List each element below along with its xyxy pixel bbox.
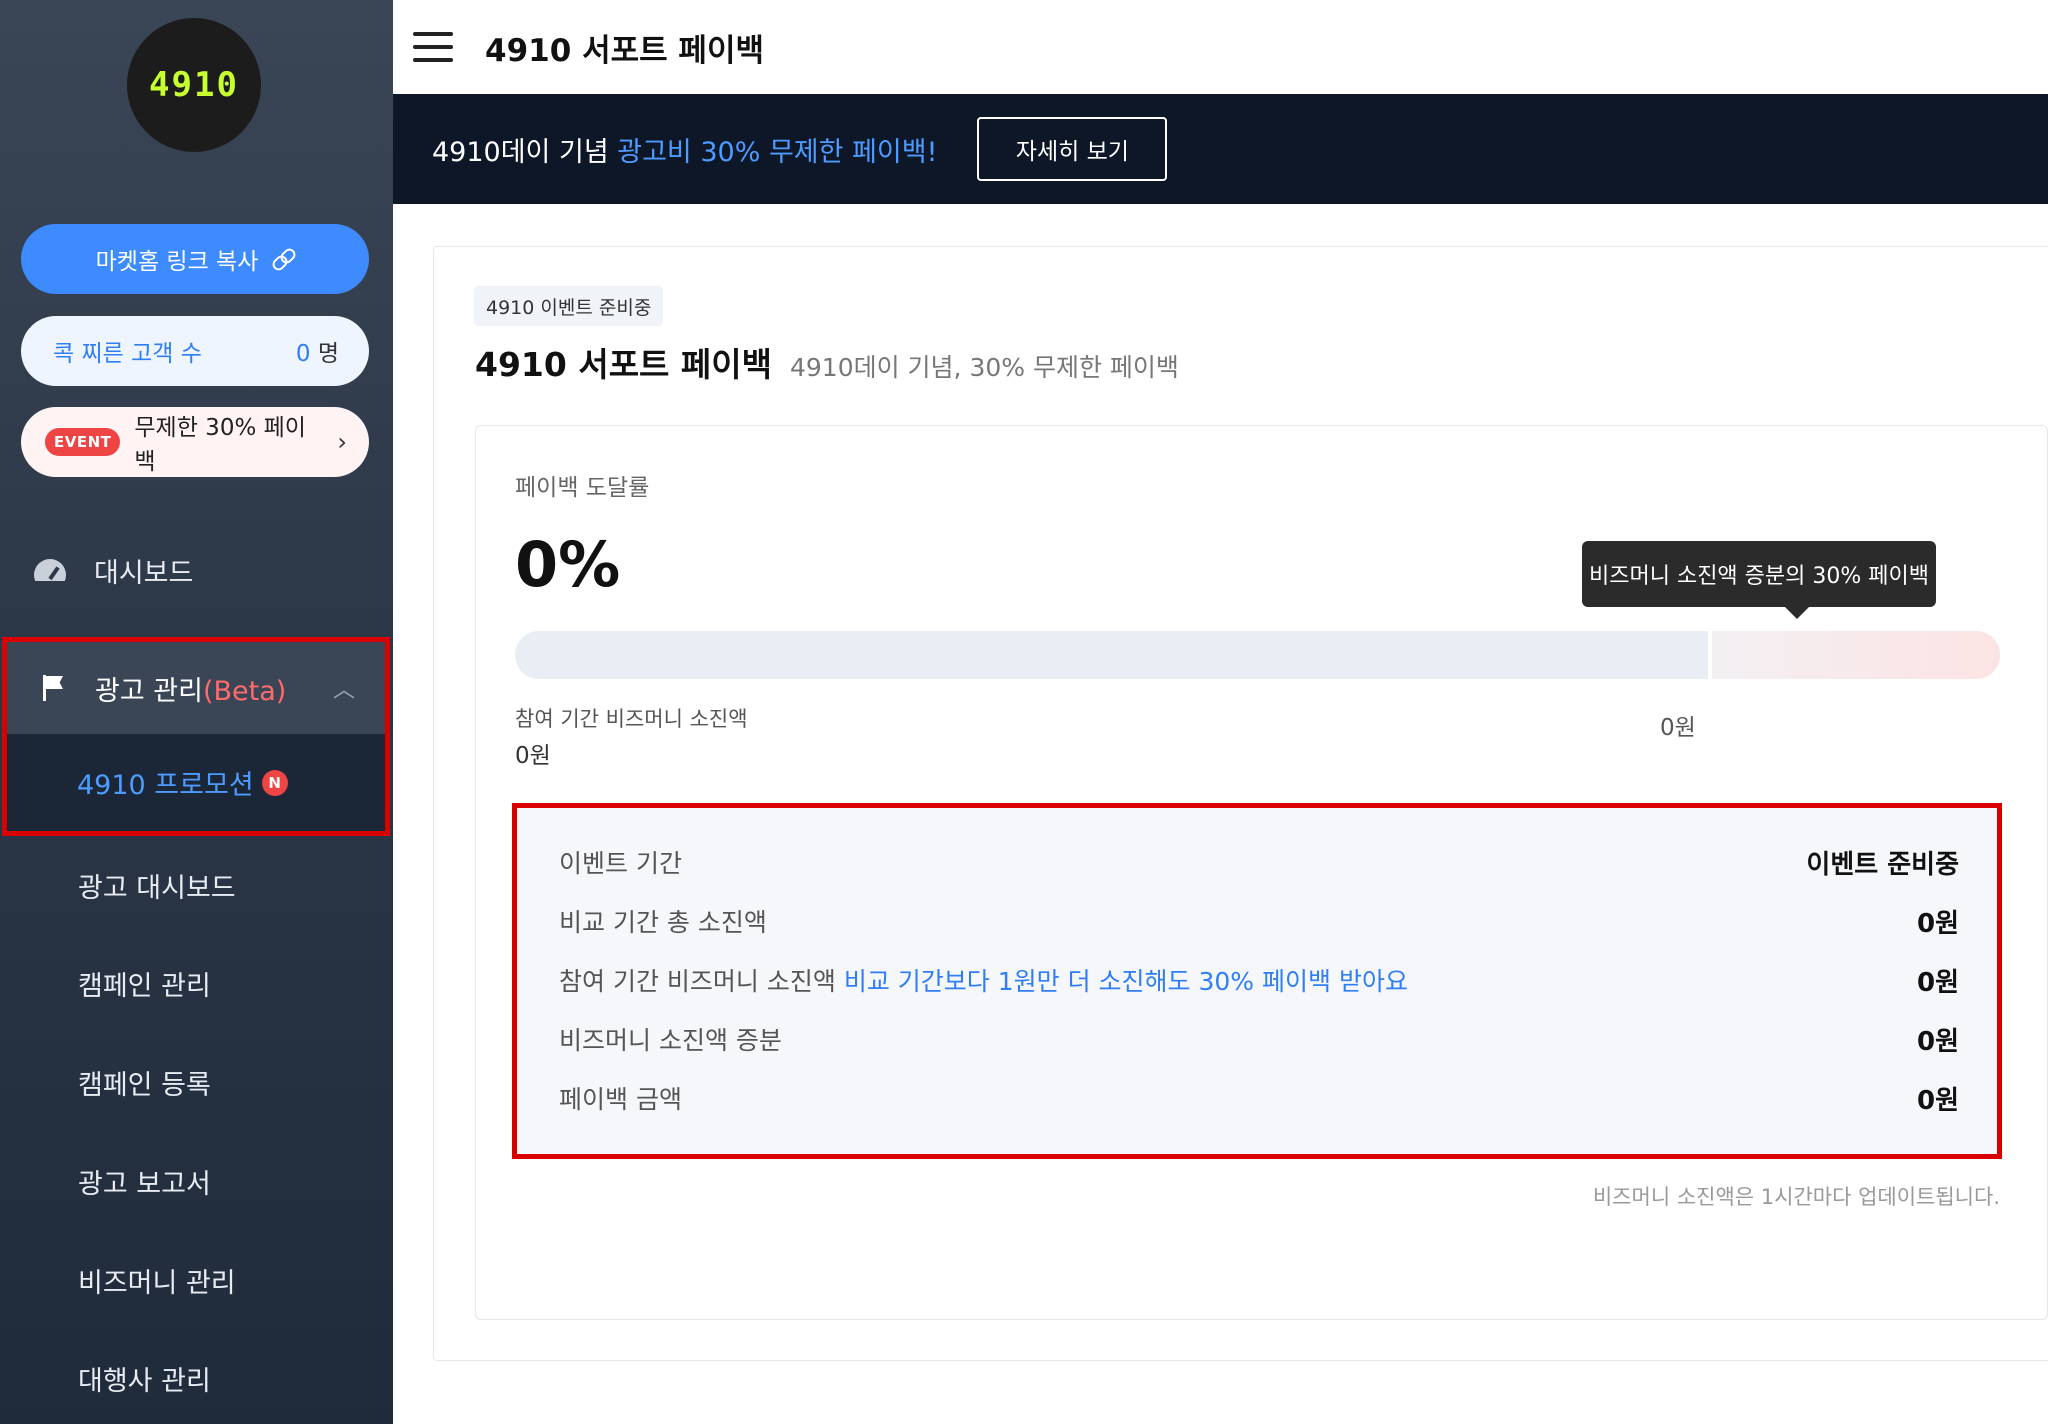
new-badge: N [261, 769, 288, 796]
banner-text: 4910데이 기념 광고비 30% 무제한 페이백! [432, 130, 937, 169]
sidebar-item-4910-promotion[interactable]: 4910 프로모션 N [7, 734, 385, 831]
detail-note: 비교 기간보다 1원만 더 소진해도 30% 페이백 받아요 [843, 967, 1408, 996]
sidebar-item-ad-management[interactable]: 광고 관리(Beta) ︿ [7, 642, 385, 734]
card-title-main: 4910 서포트 페이백 [475, 345, 772, 384]
sidebar-item-dashboard-label: 대시보드 [94, 557, 194, 589]
detail-key: 이벤트 기간 [559, 849, 682, 878]
detail-value: 0원 [1916, 1085, 1959, 1116]
detail-key: 비교 기간 총 소진액 [559, 908, 767, 937]
event-payback-button[interactable]: EVENT 무제한 30% 페이백 › [21, 407, 369, 477]
menu-icon[interactable] [413, 32, 453, 62]
sidebar-item-ad-report[interactable]: 광고 보고서 [0, 1145, 393, 1217]
promo-banner: 4910데이 기념 광고비 30% 무제한 페이백! 자세히 보기 [393, 94, 2048, 204]
sidebar-item-campaign-register[interactable]: 캠페인 등록 [0, 1046, 393, 1118]
detail-key: 비즈머니 소진액 증분 [559, 1026, 782, 1055]
detail-value: 0원 [1916, 908, 1959, 939]
banner-text-plain: 4910데이 기념 [432, 136, 618, 168]
poked-customers-label: 콕 찌른 고객 수 [53, 341, 202, 367]
event-badge: EVENT [45, 428, 121, 456]
brand-logo[interactable]: 4910 [127, 18, 261, 152]
participation-spend-label: 참여 기간 비즈머니 소진액 [515, 707, 748, 731]
detail-row-payback-amount: 페이백 금액 0원 [559, 1078, 1959, 1118]
payback-rate-label: 페이백 도달률 [515, 475, 650, 501]
sidebar-item-agency[interactable]: 대행사 관리 [0, 1342, 393, 1414]
detail-row-spend-increase: 비즈머니 소진액 증분 0원 [559, 1019, 1959, 1059]
detail-key: 페이백 금액 [559, 1085, 682, 1114]
detail-key: 참여 기간 비즈머니 소진액 [559, 967, 836, 996]
event-details-box: 이벤트 기간 이벤트 준비중 비교 기간 총 소진액 0원 참여 기간 비즈머니… [512, 803, 2002, 1159]
detail-value: 0원 [1916, 1026, 1959, 1057]
poked-customers-count: 0 [295, 341, 311, 367]
poked-customers-button[interactable]: 콕 찌른 고객 수 0 명 [21, 316, 369, 386]
sidebar-item-ad-dashboard[interactable]: 광고 대시보드 [0, 849, 393, 921]
page-title: 4910 서포트 페이백 [485, 32, 764, 69]
poked-customers-value: 0 명 [296, 334, 339, 368]
poked-customers-unit: 명 [317, 341, 339, 367]
app-root: 4910 마켓홈 링크 복사 콕 찌른 고객 수 0 명 EVENT 무제한 3… [0, 0, 2048, 1424]
card-title: 4910 서포트 페이백 4910데이 기념, 30% 무제한 페이백 [475, 338, 1179, 386]
participation-spend-value: 0원 [515, 743, 551, 769]
view-details-button[interactable]: 자세히 보기 [977, 117, 1168, 181]
banner-highlight: 광고비 30% 무제한 페이백! [617, 136, 938, 168]
detail-value: 0원 [1916, 967, 1959, 998]
flag-icon [43, 675, 65, 701]
link-icon [272, 248, 294, 270]
event-payback-label: 무제한 30% 페이백 [134, 415, 306, 475]
copy-market-link-button[interactable]: 마켓홈 링크 복사 [21, 224, 369, 294]
sidebar-item-bizmoney[interactable]: 비즈머니 관리 [0, 1244, 393, 1316]
sidebar: 4910 마켓홈 링크 복사 콕 찌른 고객 수 0 명 EVENT 무제한 3… [0, 0, 393, 1424]
gauge-icon [34, 559, 66, 581]
detail-key-group: 참여 기간 비즈머니 소진액 비교 기간보다 1원만 더 소진해도 30% 페이백… [559, 962, 1408, 998]
detail-row-event-period: 이벤트 기간 이벤트 준비중 [559, 842, 1959, 882]
payback-tooltip: 비즈머니 소진액 증분의 30% 페이백 [1582, 541, 1936, 619]
ad-management-text: 광고 관리 [95, 675, 203, 707]
ad-management-group: 광고 관리(Beta) ︿ 4910 프로모션 N [2, 637, 390, 836]
promotion-label: 4910 프로모션 [77, 770, 254, 801]
chevron-up-icon[interactable]: ︿ [333, 672, 355, 704]
detail-row-compare-spend: 비교 기간 총 소진액 0원 [559, 901, 1959, 941]
ad-management-label: 광고 관리(Beta) [95, 669, 286, 708]
detail-value: 이벤트 준비중 [1806, 849, 1959, 880]
beta-label: (Beta) [202, 675, 287, 707]
payback-progress-bar [515, 631, 2000, 679]
chevron-right-icon: › [337, 428, 347, 456]
update-footnote: 비즈머니 소진액은 1시간마다 업데이트됩니다. [1592, 1185, 2000, 1209]
top-bar: 4910 서포트 페이백 [393, 0, 2048, 94]
progress-bonus-zone [1708, 631, 2000, 679]
card-title-sub: 4910데이 기념, 30% 무제한 페이백 [789, 353, 1179, 382]
target-spend-value: 0원 [1660, 715, 1696, 741]
sidebar-item-campaign-management[interactable]: 캠페인 관리 [0, 947, 393, 1019]
payback-rate-value: 0% [515, 528, 621, 601]
status-badge: 4910 이벤트 준비중 [474, 286, 664, 326]
sidebar-item-dashboard[interactable]: 대시보드 [0, 534, 393, 606]
detail-row-participation-spend: 참여 기간 비즈머니 소진액 비교 기간보다 1원만 더 소진해도 30% 페이백… [559, 960, 1959, 1000]
copy-market-link-label: 마켓홈 링크 복사 [95, 249, 259, 275]
logo-text: 4910 [149, 65, 239, 105]
